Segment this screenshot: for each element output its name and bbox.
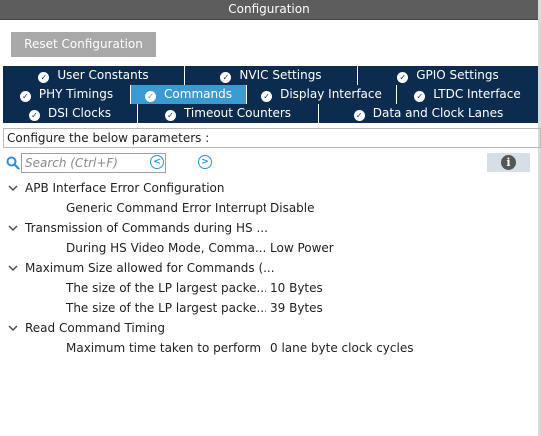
param-value[interactable]: 39 Bytes: [270, 298, 323, 318]
tab-row-1: ✓ User Constants ✓ NVIC Settings ✓ GPIO Set…: [3, 66, 538, 85]
param-value[interactable]: Low Power: [270, 238, 334, 258]
tab-display-interface[interactable]: ✓ Display Interface: [247, 85, 397, 104]
group-label: Read Command Timing: [25, 321, 165, 335]
tab-commands[interactable]: ✓ Commands: [131, 85, 247, 104]
check-circle-icon: ✓: [28, 110, 40, 121]
check-circle-icon: ✓: [353, 110, 365, 121]
tab-label: DSI Clocks: [47, 106, 112, 120]
search-previous-icon[interactable]: <: [150, 155, 164, 169]
panel-title: Configuration: [0, 0, 538, 20]
info-button[interactable]: i: [487, 153, 530, 172]
tab-label: LTDC Interface: [433, 87, 521, 101]
configure-parameters-label: Configure the below parameters :: [3, 128, 541, 148]
tab-label: Timeout Counters: [183, 106, 292, 120]
chevron-down-icon[interactable]: [7, 222, 19, 234]
param-name: The size of the LP largest packe...: [66, 301, 266, 315]
check-circle-icon: ✓: [397, 72, 409, 83]
info-icon: i: [501, 155, 516, 170]
tab-dsi-clocks[interactable]: ✓ DSI Clocks: [3, 104, 138, 123]
chevron-down-icon[interactable]: [7, 262, 19, 274]
param-name: The size of the LP largest packe...: [66, 281, 266, 295]
tab-label: PHY Timings: [38, 87, 114, 101]
tab-nvic-settings[interactable]: ✓ NVIC Settings: [185, 66, 358, 85]
reset-configuration-button[interactable]: Reset Configuration: [11, 32, 156, 57]
search-icon[interactable]: [6, 156, 20, 170]
check-circle-icon: ✓: [414, 91, 426, 102]
tab-label: Display Interface: [280, 87, 382, 101]
tab-user-constants[interactable]: ✓ User Constants: [3, 66, 185, 85]
tab-row-3: ✓ DSI Clocks ✓ Timeout Counters ✓ Data and …: [3, 104, 538, 123]
tab-label: User Constants: [57, 68, 149, 82]
param-name: Generic Command Error Interrupt: [66, 201, 266, 215]
group-label: Transmission of Commands during HS ...: [25, 221, 268, 235]
tab-timeout-counters[interactable]: ✓ Timeout Counters: [138, 104, 319, 123]
tab-bar: ✓ User Constants ✓ NVIC Settings ✓ GPIO Set…: [3, 66, 538, 124]
tab-gpio-settings[interactable]: ✓ GPIO Settings: [358, 66, 538, 85]
tab-row-2: ✓ PHY Timings ✓ Commands ✓ Display Interfac…: [3, 85, 538, 104]
tab-phy-timings[interactable]: ✓ PHY Timings: [3, 85, 131, 104]
param-name: Maximum time taken to perform ...: [66, 341, 266, 355]
param-value[interactable]: 10 Bytes: [270, 278, 323, 298]
search-toolbar: < > i: [0, 152, 538, 174]
check-circle-icon: ✓: [220, 72, 232, 83]
group-label: Maximum Size allowed for Commands (...: [25, 261, 275, 275]
tab-label: NVIC Settings: [239, 68, 322, 82]
tab-label: Commands: [164, 87, 232, 101]
search-next-icon[interactable]: >: [198, 155, 212, 169]
check-circle-icon: ✓: [261, 91, 273, 102]
tab-ltdc-interface[interactable]: ✓ LTDC Interface: [397, 85, 538, 104]
tab-label: GPIO Settings: [416, 68, 499, 82]
param-value[interactable]: 0 lane byte clock cycles: [270, 338, 413, 358]
param-value[interactable]: Disable: [270, 198, 315, 218]
tab-label: Data and Clock Lanes: [372, 106, 504, 120]
tab-data-and-clock-lanes[interactable]: ✓ Data and Clock Lanes: [319, 104, 538, 123]
check-circle-icon: ✓: [164, 110, 176, 121]
chevron-down-icon[interactable]: [7, 182, 19, 194]
chevron-down-icon[interactable]: [7, 322, 19, 334]
check-circle-icon: ✓: [145, 91, 157, 102]
search-input[interactable]: [21, 153, 166, 173]
check-circle-icon: ✓: [38, 72, 50, 83]
param-name: During HS Video Mode, Comma...: [66, 241, 266, 255]
group-label: APB Interface Error Configuration: [25, 181, 225, 195]
check-circle-icon: ✓: [19, 91, 31, 102]
